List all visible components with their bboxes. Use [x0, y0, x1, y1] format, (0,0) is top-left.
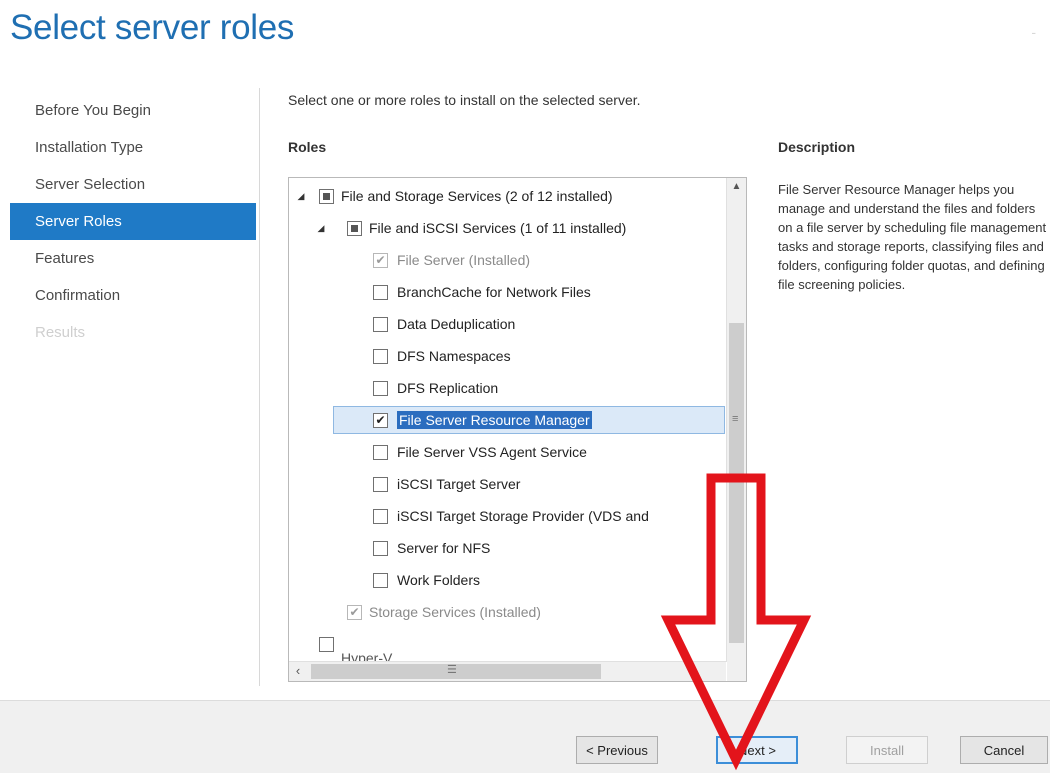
nav-item-results: Results: [35, 324, 86, 341]
role-label: File Server Resource Manager: [397, 411, 592, 429]
role-item[interactable]: ◢ File and Storage Services (2 of 12 inst…: [289, 180, 726, 212]
role-label: Data Deduplication: [397, 316, 516, 332]
role-checkbox: [373, 252, 388, 268]
role-label: iSCSI Target Storage Provider (VDS and: [397, 508, 649, 524]
description-text: File Server Resource Manager helps you m…: [778, 182, 1047, 292]
wizard-footer: < Previous Next > Install Cancel: [0, 700, 1050, 773]
nav-item-server-roles[interactable]: Server Roles: [10, 203, 256, 240]
role-label: DFS Namespaces: [397, 348, 511, 364]
role-label: File and Storage Services (2 of 12 insta…: [341, 188, 613, 204]
roles-tree: ◢ File and Storage Services (2 of 12 inst…: [289, 178, 726, 662]
role-item[interactable]: File Server Resource Manager: [289, 404, 726, 436]
role-checkbox[interactable]: [373, 284, 388, 300]
role-label: DFS Replication: [397, 380, 499, 396]
role-item[interactable]: File Server (Installed): [289, 244, 726, 276]
role-label: Storage Services (Installed): [369, 604, 541, 620]
scroll-left-icon[interactable]: ‹: [289, 662, 307, 681]
role-checkbox[interactable]: [319, 636, 334, 652]
grip-icon: ☰: [447, 664, 457, 676]
role-checkbox[interactable]: [319, 188, 334, 204]
role-label: File Server VSS Agent Service: [397, 444, 587, 460]
role-checkbox[interactable]: [373, 316, 388, 332]
next-button[interactable]: Next >: [716, 736, 798, 764]
vertical-scrollbar[interactable]: ▲ ≡: [726, 178, 746, 662]
role-checkbox[interactable]: [373, 476, 388, 492]
collapse-triangle-icon[interactable]: ◢: [315, 223, 327, 234]
nav-item-confirmation[interactable]: Confirmation: [10, 277, 256, 314]
role-item[interactable]: Server for NFS: [289, 532, 726, 564]
role-checkbox[interactable]: [373, 508, 388, 524]
role-item[interactable]: BranchCache for Network Files: [289, 276, 726, 308]
roles-heading: Roles: [288, 139, 327, 155]
role-label: File Server (Installed): [397, 252, 531, 268]
role-item[interactable]: iSCSI Target Server: [289, 468, 726, 500]
window-caption-mark: -: [1031, 24, 1036, 40]
collapse-triangle-icon[interactable]: ◢: [295, 191, 307, 202]
horizontal-scrollbar[interactable]: ‹ ☰: [289, 661, 726, 681]
grip-icon: ≡: [732, 413, 739, 425]
role-checkbox[interactable]: [373, 444, 388, 460]
role-checkbox[interactable]: [373, 412, 388, 428]
previous-button[interactable]: < Previous: [576, 736, 658, 764]
wizard-nav: Before You Begin Installation Type Serve…: [10, 92, 256, 351]
role-checkbox[interactable]: [373, 540, 388, 556]
install-button: Install: [846, 736, 928, 764]
nav-item-features[interactable]: Features: [10, 240, 256, 277]
role-item[interactable]: Work Folders: [289, 564, 726, 596]
nav-item-server-selection[interactable]: Server Selection: [10, 166, 256, 203]
role-item[interactable]: File Server VSS Agent Service: [289, 436, 726, 468]
role-label: BranchCache for Network Files: [397, 284, 591, 300]
role-item[interactable]: Storage Services (Installed): [289, 596, 726, 628]
role-item[interactable]: Hyper-V: [289, 628, 726, 662]
role-checkbox[interactable]: [373, 572, 388, 588]
horizontal-scroll-thumb[interactable]: ☰: [311, 664, 601, 679]
scrollbar-corner: [727, 662, 746, 681]
cancel-button[interactable]: Cancel: [960, 736, 1048, 764]
role-item[interactable]: DFS Replication: [289, 372, 726, 404]
nav-item-installation-type[interactable]: Installation Type: [10, 129, 256, 166]
role-item[interactable]: ◢ File and iSCSI Services (1 of 11 instal…: [289, 212, 726, 244]
nav-item-before-you-begin[interactable]: Before You Begin: [10, 92, 256, 129]
role-checkbox: [347, 604, 362, 620]
description-heading: Description: [778, 139, 856, 155]
vertical-scroll-thumb[interactable]: ≡: [729, 323, 744, 643]
role-item[interactable]: Data Deduplication: [289, 308, 726, 340]
scroll-up-icon[interactable]: ▲: [727, 178, 746, 196]
role-label: iSCSI Target Server: [397, 476, 521, 492]
role-label: Work Folders: [397, 572, 480, 588]
instruction-text: Select one or more roles to install on t…: [288, 92, 641, 108]
role-checkbox[interactable]: [347, 220, 362, 236]
roles-tree-listbox[interactable]: ◢ File and Storage Services (2 of 12 inst…: [288, 177, 747, 682]
role-item[interactable]: DFS Namespaces: [289, 340, 726, 372]
role-label: Server for NFS: [397, 540, 491, 556]
page-title: Select server roles: [10, 8, 295, 47]
role-item[interactable]: iSCSI Target Storage Provider (VDS and: [289, 500, 726, 532]
role-label: File and iSCSI Services (1 of 11 install…: [369, 220, 627, 236]
nav-divider: [259, 88, 260, 686]
role-checkbox[interactable]: [373, 348, 388, 364]
role-checkbox[interactable]: [373, 380, 388, 396]
